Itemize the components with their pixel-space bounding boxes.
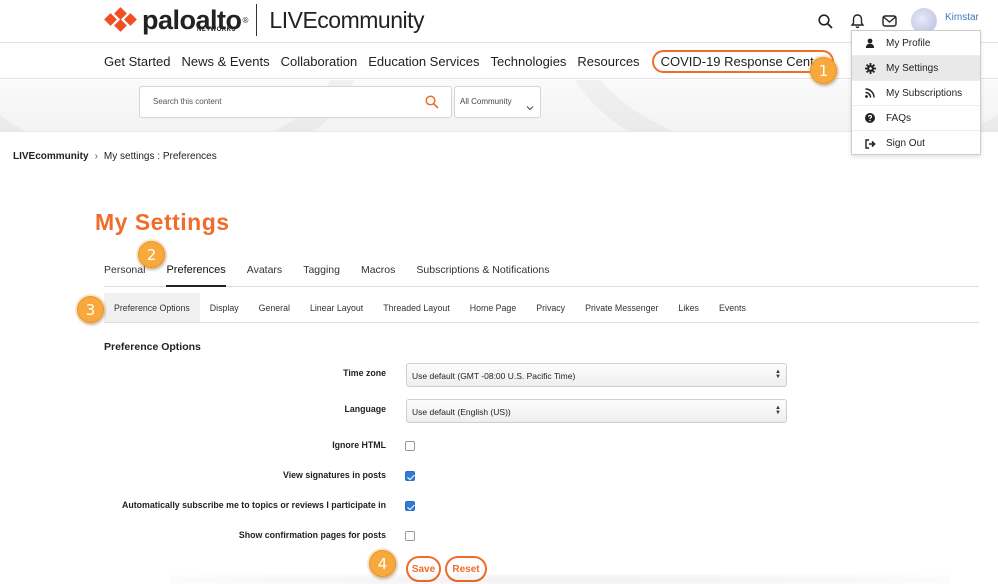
subtab-preference-options[interactable]: Preference Options	[104, 293, 200, 322]
language-row: Language Use default (English (US)) ▲ ▼	[0, 399, 998, 423]
question-icon	[864, 113, 876, 123]
timezone-value: Use default (GMT -08:00 U.S. Pacific Tim…	[412, 371, 576, 381]
bell-icon[interactable]	[847, 11, 867, 31]
settings-tabs: Personal Preferences Avatars Tagging Mac…	[104, 262, 979, 287]
signatures-row: View signatures in posts	[0, 465, 998, 489]
subtab-threaded-layout[interactable]: Threaded Layout	[373, 293, 460, 322]
main-nav: Get Started News & Events Collaboration …	[0, 42, 998, 79]
autosubscribe-label: Automatically subscribe me to topics or …	[122, 500, 386, 510]
community-name: LIVEcommunity	[269, 7, 424, 34]
autosubscribe-row: Automatically subscribe me to topics or …	[0, 495, 998, 519]
confirmation-row: Show confirmation pages for posts	[0, 525, 998, 549]
community-rest: community	[317, 6, 424, 33]
chevron-down-icon	[526, 98, 534, 116]
ignore-html-label: Ignore HTML	[332, 440, 386, 450]
select-arrows-icon: ▲ ▼	[775, 405, 781, 416]
menu-item-label: My Profile	[886, 37, 931, 49]
tab-preferences[interactable]: Preferences	[166, 262, 226, 287]
ignore-html-row: Ignore HTML	[0, 435, 998, 459]
nav-resources[interactable]: Resources	[577, 54, 639, 69]
subtab-likes[interactable]: Likes	[668, 293, 709, 322]
timezone-label: Time zone	[343, 368, 386, 378]
paloalto-logo-icon	[104, 7, 138, 33]
confirmation-checkbox[interactable]	[405, 531, 415, 541]
nav-technologies[interactable]: Technologies	[491, 54, 567, 69]
menu-item-my-profile[interactable]: My Profile	[852, 31, 980, 56]
timezone-row: Time zone Use default (GMT -08:00 U.S. P…	[0, 363, 998, 387]
user-menu-dropdown: My Profile My Settings My Subscriptions …	[851, 30, 981, 155]
user-icon	[864, 38, 876, 48]
logo[interactable]: paloalto ® LIVEcommunity	[104, 3, 424, 37]
menu-item-sign-out[interactable]: Sign Out	[852, 131, 980, 156]
subtab-privacy[interactable]: Privacy	[526, 293, 575, 322]
page-title: My Settings	[95, 209, 230, 235]
breadcrumb-current: My settings : Preferences	[103, 151, 217, 162]
tab-personal[interactable]: Personal	[104, 262, 145, 287]
mail-icon[interactable]	[879, 11, 899, 31]
subtab-display[interactable]: Display	[200, 293, 249, 322]
nav-covid-response-center[interactable]: COVID-19 Response Center	[651, 50, 835, 73]
breadcrumb: LIVEcommunity › My settings : Preference…	[13, 151, 217, 162]
nav-collaboration[interactable]: Collaboration	[281, 54, 358, 69]
select-arrows-icon: ▲ ▼	[775, 369, 781, 380]
search-band: Search this content All Community	[0, 80, 998, 132]
bottom-shadow	[170, 574, 950, 584]
section-heading: Preference Options	[104, 341, 201, 353]
step-marker-4: 4	[369, 550, 396, 577]
search-scope-value: All Community	[460, 97, 512, 106]
language-label: Language	[344, 404, 386, 414]
nav-news-events[interactable]: News & Events	[181, 54, 269, 69]
brand-registered-mark: ®	[242, 15, 249, 25]
community-live: LIVE	[269, 6, 318, 33]
menu-item-my-subscriptions[interactable]: My Subscriptions	[852, 81, 980, 106]
gear-icon	[864, 62, 876, 74]
sign-out-icon	[864, 138, 876, 149]
top-header: paloalto ® LIVEcommunity NETWORKS Kimsta…	[0, 0, 998, 42]
ignore-html-checkbox[interactable]	[405, 441, 415, 451]
menu-item-faqs[interactable]: FAQs	[852, 106, 980, 131]
breadcrumb-separator: ›	[94, 151, 98, 162]
language-select[interactable]: Use default (English (US)) ▲ ▼	[406, 399, 787, 423]
search-submit-icon[interactable]	[425, 95, 439, 114]
main-nav-items: Get Started News & Events Collaboration …	[104, 43, 845, 80]
subtab-home-page[interactable]: Home Page	[460, 293, 526, 322]
signatures-label: View signatures in posts	[283, 470, 386, 480]
timezone-select[interactable]: Use default (GMT -08:00 U.S. Pacific Tim…	[406, 363, 787, 387]
step-marker-3: 3	[77, 296, 104, 323]
menu-item-label: My Subscriptions	[886, 87, 963, 99]
search-scope-select[interactable]: All Community	[454, 86, 541, 118]
step-marker-1: 1	[810, 57, 837, 84]
search-icon[interactable]	[815, 11, 835, 31]
subtab-events[interactable]: Events	[709, 293, 756, 322]
tab-tagging[interactable]: Tagging	[303, 262, 340, 287]
tab-macros[interactable]: Macros	[361, 262, 395, 287]
tab-avatars[interactable]: Avatars	[247, 262, 282, 287]
brand-sub: NETWORKS	[197, 27, 236, 33]
menu-item-my-settings[interactable]: My Settings	[852, 56, 980, 81]
subtab-general[interactable]: General	[249, 293, 300, 322]
step-marker-2: 2	[138, 241, 165, 268]
autosubscribe-checkbox[interactable]	[405, 501, 415, 511]
subtab-linear-layout[interactable]: Linear Layout	[300, 293, 373, 322]
breadcrumb-root-link[interactable]: LIVEcommunity	[13, 151, 89, 162]
signatures-checkbox[interactable]	[405, 471, 415, 481]
subtab-private-messenger[interactable]: Private Messenger	[575, 293, 668, 322]
language-value: Use default (English (US))	[412, 407, 511, 417]
search-placeholder: Search this content	[153, 97, 222, 106]
logo-divider	[256, 4, 258, 36]
username-link[interactable]: Kimstar	[945, 12, 979, 23]
confirmation-label: Show confirmation pages for posts	[238, 530, 386, 540]
rss-icon	[864, 88, 876, 98]
tab-subscriptions-notifications[interactable]: Subscriptions & Notifications	[416, 262, 549, 287]
nav-get-started[interactable]: Get Started	[104, 54, 170, 69]
menu-item-label: Sign Out	[886, 138, 925, 149]
nav-education-services[interactable]: Education Services	[368, 54, 479, 69]
menu-item-label: FAQs	[886, 112, 912, 124]
search-input[interactable]: Search this content	[139, 86, 452, 118]
preferences-subtabs: Preference Options Display General Linea…	[104, 293, 979, 323]
menu-item-label: My Settings	[886, 62, 939, 74]
